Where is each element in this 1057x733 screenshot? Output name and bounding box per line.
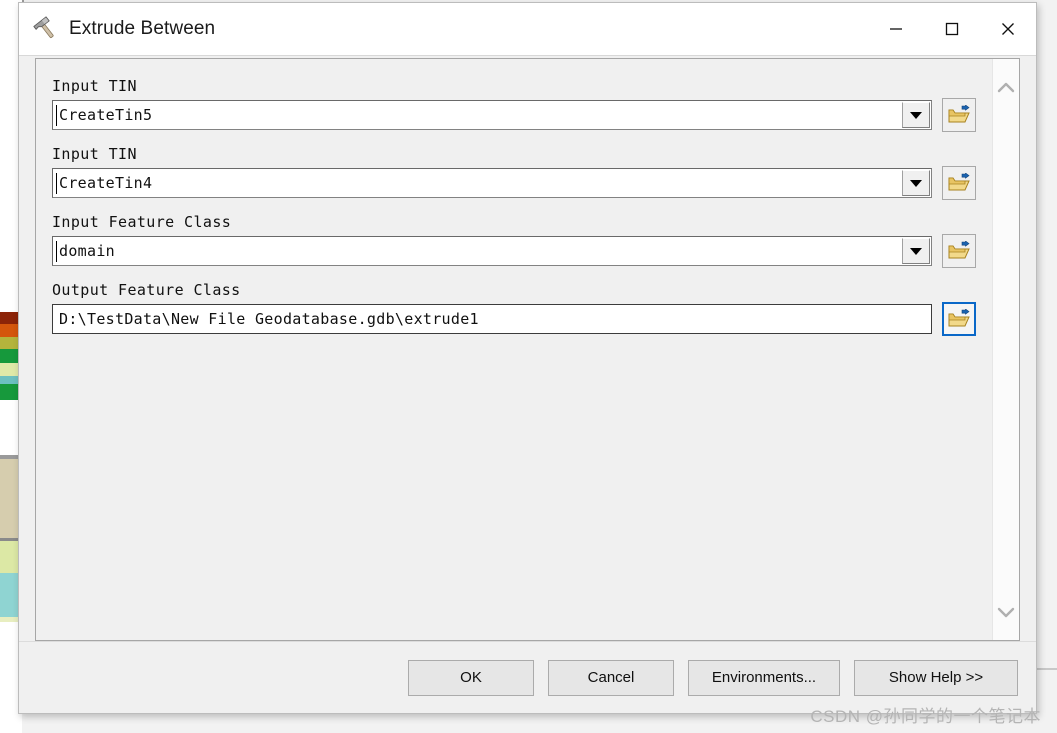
input-tin-1-combobox[interactable]: CreateTin5 (52, 100, 932, 130)
input-tin-1-dropdown-arrow[interactable] (902, 102, 930, 128)
input-feature-class-value: domain (59, 242, 115, 260)
text-caret (56, 105, 57, 126)
parameter-label: Input Feature Class (52, 213, 232, 231)
maximize-button[interactable] (924, 3, 980, 55)
open-folder-icon (948, 241, 970, 259)
input-feature-class-combobox[interactable]: domain (52, 236, 932, 266)
input-tin-2-combobox[interactable]: CreateTin4 (52, 168, 932, 198)
ok-button[interactable]: OK (408, 659, 534, 696)
dialog-body: Input TIN CreateTin5 Input TIN CreateTin… (19, 56, 1036, 641)
close-icon (1002, 23, 1014, 35)
parameter-label: Input TIN (52, 77, 137, 95)
scrollbar-track[interactable] (993, 107, 1019, 592)
scrollbar-up-button[interactable] (993, 67, 1019, 107)
show-help-button[interactable]: Show Help >> (854, 659, 1018, 696)
output-feature-class-input[interactable]: D:\TestData\New File Geodatabase.gdb\ext… (52, 304, 932, 334)
environments-button[interactable]: Environments... (688, 659, 840, 696)
input-feature-class-browse-button[interactable] (942, 234, 976, 268)
chevron-down-icon (910, 247, 922, 255)
hammer-icon (33, 16, 54, 38)
chevron-down-icon (910, 179, 922, 187)
parameter-row-output-feature-class: Output Feature Class D:\TestData\New Fil… (52, 281, 976, 336)
parameter-field-line: CreateTin4 (52, 166, 976, 200)
parameter-field-line: domain (52, 234, 976, 268)
title-bar[interactable]: Extrude Between (19, 3, 1036, 56)
input-feature-class-dropdown-arrow[interactable] (902, 238, 930, 264)
text-caret (56, 173, 57, 194)
open-folder-icon (948, 309, 970, 327)
parameter-label: Input TIN (52, 145, 137, 163)
text-caret (56, 241, 57, 262)
open-folder-icon (948, 105, 970, 123)
parameters-scrollbar[interactable] (992, 59, 1020, 640)
chevron-down-icon (997, 607, 1015, 617)
parameter-row-input-tin-1: Input TIN CreateTin5 (52, 77, 976, 132)
parameters-panel: Input TIN CreateTin5 Input TIN CreateTin… (35, 58, 1020, 641)
chevron-up-icon (997, 82, 1015, 92)
input-tin-1-browse-button[interactable] (942, 98, 976, 132)
input-tin-1-value: CreateTin5 (59, 106, 153, 124)
parameter-row-input-tin-2: Input TIN CreateTin4 (52, 145, 976, 200)
cancel-button[interactable]: Cancel (548, 659, 674, 696)
close-button[interactable] (980, 3, 1036, 55)
extrude-between-dialog: Extrude Between Input TIN CreateTin5 Inp… (18, 2, 1037, 714)
open-folder-icon (948, 173, 970, 191)
parameter-field-line: D:\TestData\New File Geodatabase.gdb\ext… (52, 302, 976, 336)
input-tin-2-browse-button[interactable] (942, 166, 976, 200)
parameter-label: Output Feature Class (52, 281, 241, 299)
minimize-button[interactable] (868, 3, 924, 55)
window-title: Extrude Between (69, 18, 216, 39)
parameter-field-line: CreateTin5 (52, 98, 976, 132)
scrollbar-down-button[interactable] (993, 592, 1019, 632)
window-controls (868, 3, 1036, 55)
minimize-icon (890, 28, 902, 30)
parameters-scroll-area: Input TIN CreateTin5 Input TIN CreateTin… (36, 59, 992, 640)
input-tin-2-value: CreateTin4 (59, 174, 153, 192)
input-tin-2-dropdown-arrow[interactable] (902, 170, 930, 196)
csdn-watermark: CSDN @孙同学的一个笔记本 (810, 707, 1041, 726)
maximize-icon (945, 22, 959, 36)
parameter-row-input-feature-class: Input Feature Class domain (52, 213, 976, 268)
output-feature-class-browse-button[interactable] (942, 302, 976, 336)
chevron-down-icon (910, 111, 922, 119)
